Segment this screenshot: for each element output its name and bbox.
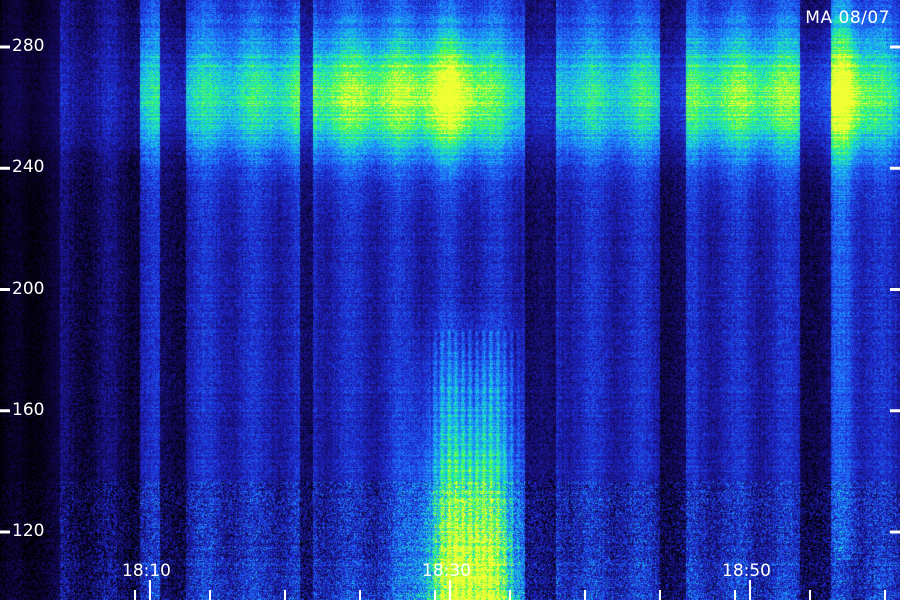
y-tick-label: 280 <box>12 36 45 56</box>
y-tick-label: 120 <box>12 521 45 541</box>
x-tick-label: 18:50 <box>722 561 771 581</box>
y-tick-label: 160 <box>12 399 45 420</box>
axis-ticks <box>0 45 900 600</box>
chart-overlay: MA 08/07 280 240 200 160 120 18:10 18:30 18:50 <box>0 0 900 600</box>
y-tick-label: 240 <box>12 157 45 178</box>
y-tick-label: 200 <box>12 278 45 299</box>
x-tick-label: 18:10 <box>122 561 171 581</box>
chart-title: MA 08/07 <box>805 8 890 28</box>
x-tick-label: 18:30 <box>422 561 471 581</box>
